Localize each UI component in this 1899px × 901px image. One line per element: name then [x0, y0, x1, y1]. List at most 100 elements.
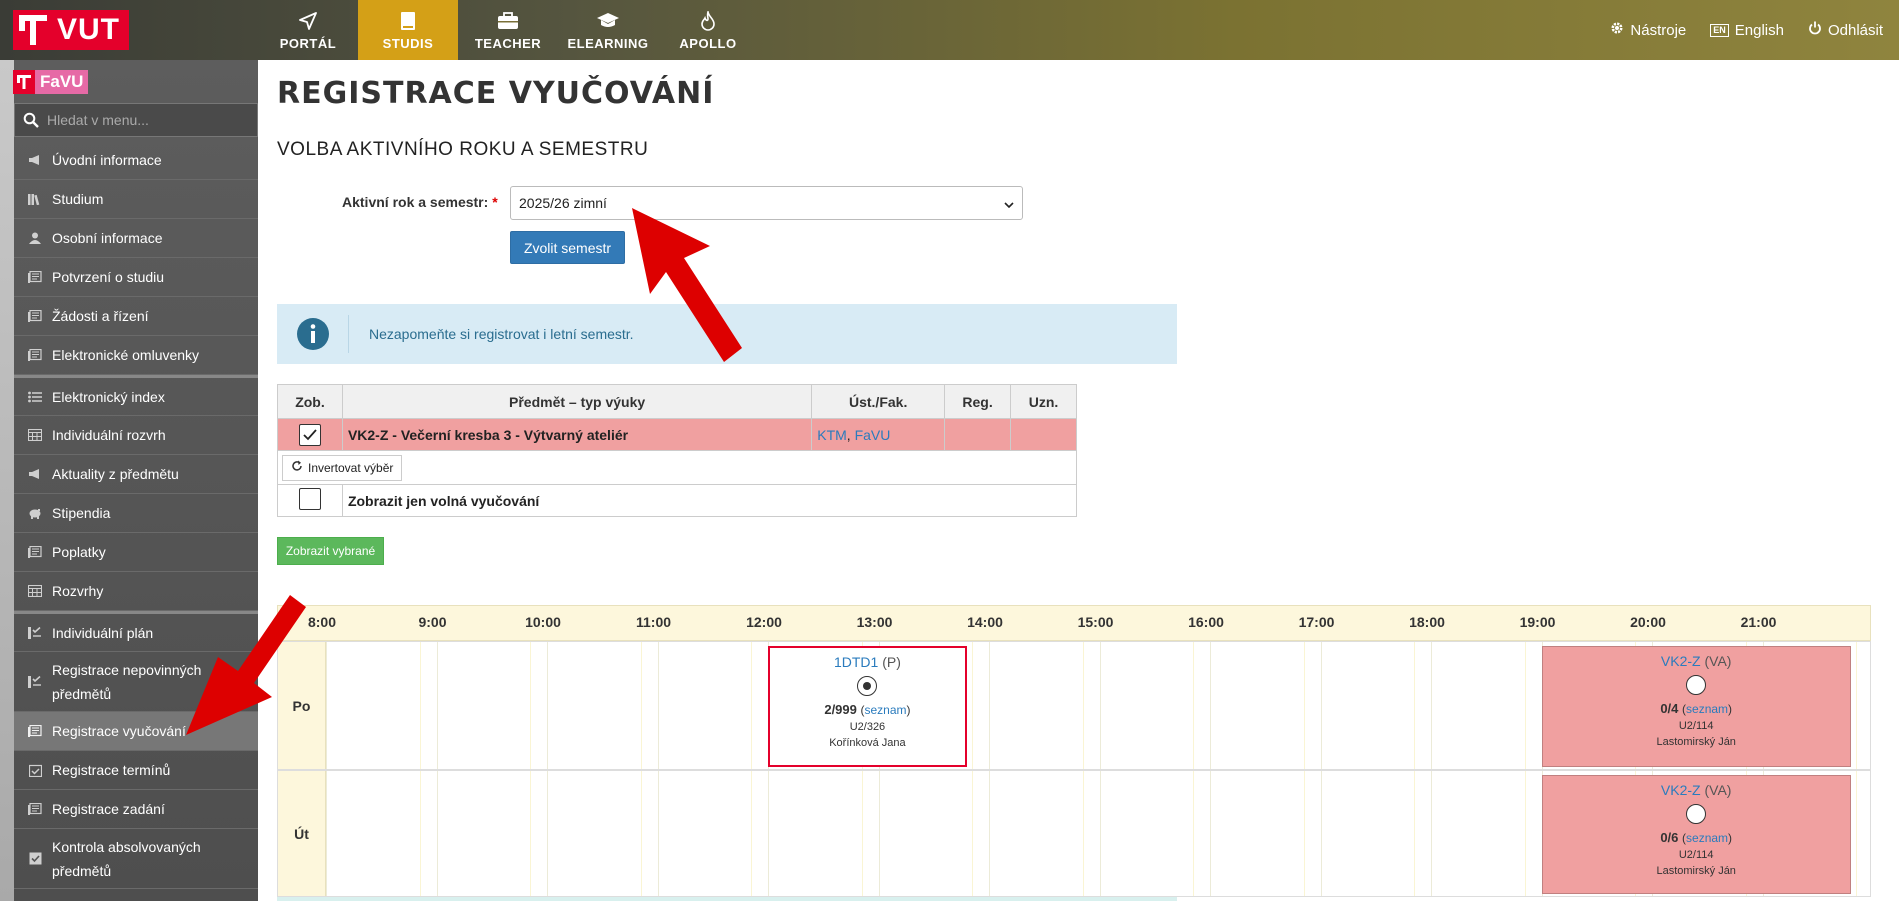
sidebar-item-stipendia[interactable]: Stipendia: [14, 494, 258, 533]
slot-radio[interactable]: [857, 676, 878, 696]
slot-room: U2/326: [849, 721, 886, 733]
choose-semester-button[interactable]: Zvolit semestr: [510, 231, 625, 264]
slot-teacher: Lastomirský Ján: [1656, 865, 1736, 877]
slot-radio[interactable]: [1686, 804, 1707, 824]
nav-studis[interactable]: STUDIS: [358, 0, 458, 60]
grid-line: [419, 642, 421, 769]
megaphone-icon: [24, 468, 46, 480]
list-link-wrap: (seznam): [860, 703, 911, 717]
book-icon: [400, 10, 416, 32]
sidebar-item-aktuality[interactable]: Aktuality z předmětu: [14, 455, 258, 494]
grid-line: [657, 771, 659, 896]
sidebar-item-individualni-plan[interactable]: Individuální plán: [14, 611, 258, 652]
grid-line: [972, 771, 974, 896]
sidebar-item-studium[interactable]: Studium: [14, 180, 258, 219]
free-only-checkbox[interactable]: [298, 488, 321, 510]
sidebar-item-rozvrhy[interactable]: Rozvrhy: [14, 572, 258, 611]
sidebar-item-uvodni-informace[interactable]: Úvodní informace: [14, 141, 258, 180]
capacity-value: 0/6: [1660, 830, 1683, 845]
grid-line: [751, 771, 753, 896]
sidebar-item-individualni-rozvrh[interactable]: Individuální rozvrh: [14, 416, 258, 455]
sidebar-item-registrace-vyucovani[interactable]: Registrace vyučování: [14, 712, 258, 751]
side-menu: Úvodní informace Studium Osobní informac…: [14, 141, 258, 889]
sidebar-item-osobni-informace[interactable]: Osobní informace: [14, 219, 258, 258]
list-link[interactable]: seznam: [1686, 702, 1728, 716]
faculty-badge[interactable]: FaVU: [13, 70, 89, 94]
tasks-icon: [24, 626, 46, 639]
show-selected-button[interactable]: Zobrazit vybrané: [277, 537, 384, 565]
slot-code-link[interactable]: VK2-Z: [1661, 782, 1701, 798]
timetable-header: 8:00 9:00 10:00 11:00 12:00 13:00 14:00 15:00 16…: [277, 605, 1871, 641]
slot-capacity: 0/4 (seznam): [1543, 701, 1850, 716]
vut-logo[interactable]: VUT: [13, 10, 129, 50]
timetable: 8:00 9:00 10:00 11:00 12:00 13:00 14:00 15:00 16…: [277, 605, 1871, 901]
grid-line: [326, 642, 327, 769]
menu-search-input[interactable]: [47, 112, 247, 128]
semester-select[interactable]: 2025/26 zimní: [510, 186, 1023, 220]
slot-radio[interactable]: [1686, 675, 1707, 695]
grid-line: [436, 642, 438, 769]
slot-code-link[interactable]: VK2-Z: [1661, 653, 1701, 669]
faculty-t-icon: [13, 70, 35, 94]
slot-room: U2/114: [1678, 720, 1714, 732]
grid-line: [530, 642, 532, 769]
hour-label: 8:00: [307, 614, 337, 630]
user-icon: [24, 232, 46, 244]
grid-line: [1320, 771, 1322, 896]
list-link[interactable]: seznam: [865, 703, 907, 717]
faculty-name: FaVU: [35, 70, 89, 94]
nav-portal[interactable]: PORTÁL: [258, 0, 358, 60]
timetable-slot[interactable]: VK2-Z (VA) 0/4 (seznam) U2/114 Lastomirský …: [1541, 646, 1851, 767]
sidebar-item-registrace-nepovinnych[interactable]: Registrace nepovinných předmětů: [14, 652, 258, 712]
grid-line: [1210, 642, 1211, 769]
document-icon: [24, 725, 46, 737]
capacity-value: 2/999: [824, 702, 861, 717]
invert-selection-button[interactable]: Invertovat výběr: [282, 454, 403, 481]
timetable-slot[interactable]: 1DTD1 (P) 2/999 (seznam) U2/326 Kořínková J…: [768, 646, 967, 767]
menu-search[interactable]: [14, 103, 258, 137]
chevron-down-icon: [1004, 195, 1014, 211]
hour-label: 13:00: [856, 614, 893, 630]
faculty-link[interactable]: FaVU: [855, 427, 891, 443]
slot-code: VK2-Z (VA): [1543, 782, 1850, 798]
main-content: REGISTRACE VYUČOVÁNÍ VOLBA AKTIVNÍHO ROK…: [258, 60, 1899, 901]
language-label: English: [1734, 21, 1784, 39]
grid-line: [1320, 642, 1322, 769]
calendar-icon: [24, 429, 46, 441]
show-subject-checkbox[interactable]: [298, 423, 321, 446]
slot-type: (P): [878, 654, 901, 670]
calendar-icon: [24, 585, 46, 597]
piggy-bank-icon: [24, 507, 46, 519]
sidebar: FaVU Úvodní informace Studium Osobní inf…: [0, 60, 258, 901]
top-bar: VUT PORTÁL STUDIS TEACHER ELEARNING APOL…: [0, 0, 1899, 60]
search-icon: [15, 112, 47, 128]
grid-line: [1303, 642, 1305, 769]
sidebar-item-poplatky[interactable]: Poplatky: [14, 533, 258, 572]
day-label: Út: [278, 771, 326, 896]
hour-label: 15:00: [1077, 614, 1114, 630]
timetable-slot[interactable]: VK2-Z (VA) 0/6 (seznam) U2/114 Lastomirský …: [1541, 775, 1851, 894]
grid-line: [1524, 771, 1526, 896]
sidebar-item-omluvenky[interactable]: Elektronické omluvenky: [14, 336, 258, 375]
dept-link[interactable]: KTM: [817, 427, 847, 443]
sidebar-item-registrace-zadani[interactable]: Registrace zadání: [14, 790, 258, 829]
grid-line: [1524, 642, 1526, 769]
megaphone-icon: [24, 154, 46, 166]
nav-label: PORTÁL: [279, 35, 337, 51]
language-link[interactable]: EN English: [1710, 22, 1784, 39]
sidebar-item-potvrzeni[interactable]: Potvrzení o studiu: [14, 258, 258, 297]
nav-elearning[interactable]: ELEARNING: [558, 0, 658, 60]
sidebar-item-zadosti[interactable]: Žádosti a řízení: [14, 297, 258, 336]
slot-code-link[interactable]: 1DTD1: [834, 654, 878, 670]
logout-link[interactable]: Odhlásit: [1808, 21, 1883, 39]
sidebar-item-kontrola[interactable]: Kontrola absolvovaných předmětů: [14, 829, 258, 889]
sidebar-item-elektronicky-index[interactable]: Elektronický index: [14, 375, 258, 416]
nav-teacher[interactable]: TEACHER: [458, 0, 558, 60]
list-link[interactable]: seznam: [1686, 831, 1728, 845]
sidebar-item-registrace-terminu[interactable]: Registrace termínů: [14, 751, 258, 790]
nav-apollo[interactable]: APOLLO: [658, 0, 758, 60]
grid-line: [1082, 771, 1084, 896]
tools-link[interactable]: Nástroje: [1610, 21, 1686, 39]
document-icon: [24, 349, 46, 361]
slot-type: (VA): [1700, 653, 1732, 669]
